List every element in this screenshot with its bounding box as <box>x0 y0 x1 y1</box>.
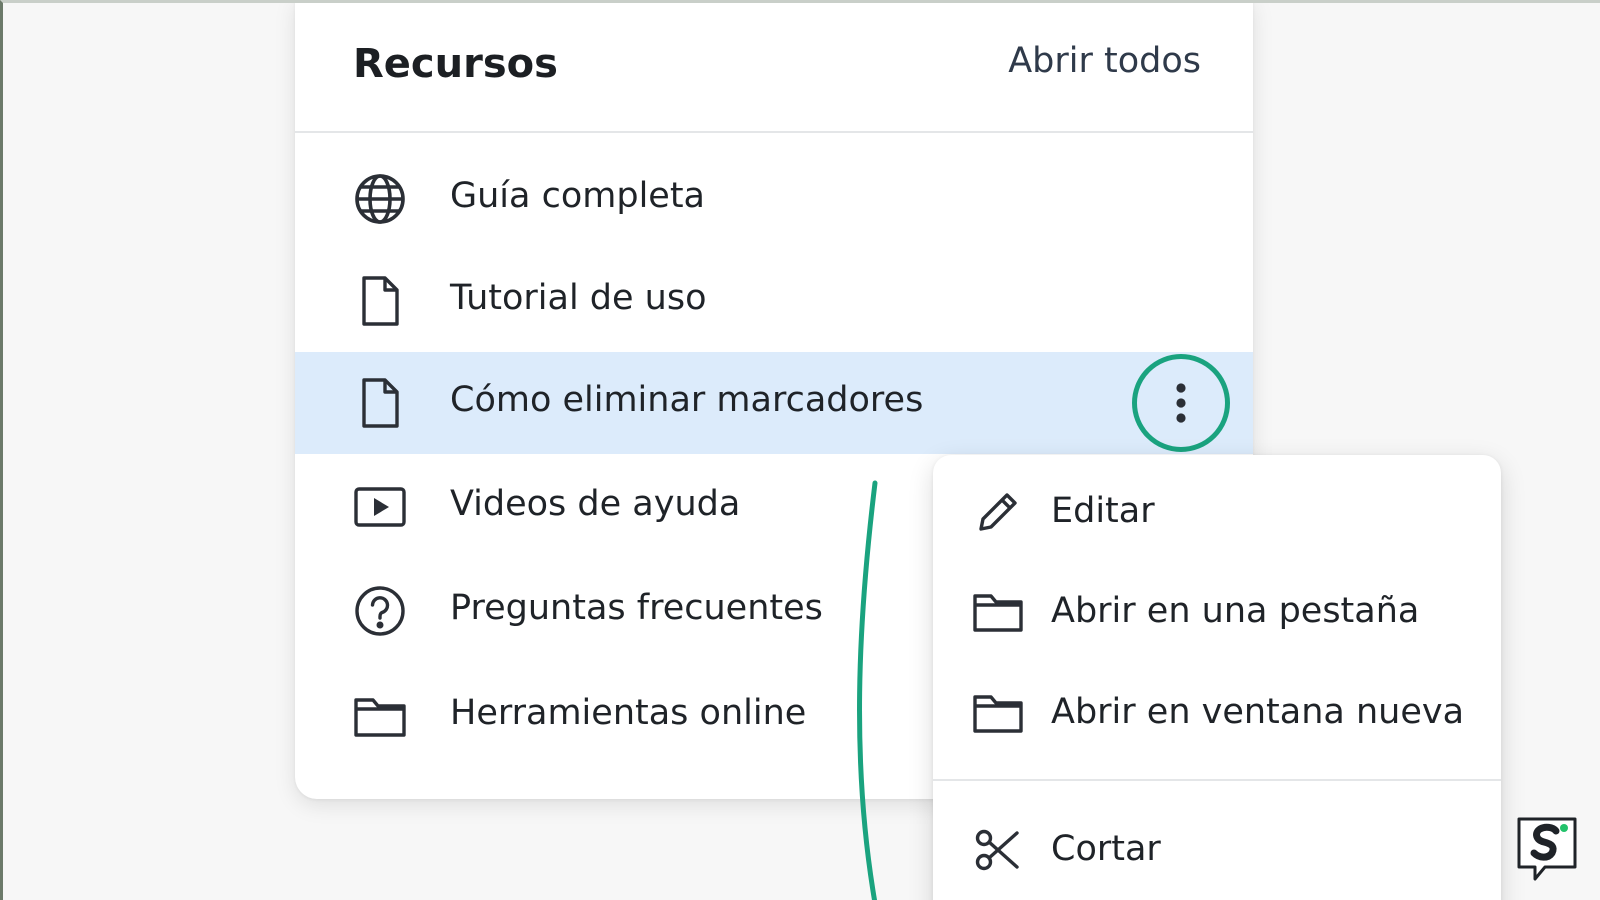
menu-item-abrir-en-ventana-nueva[interactable]: Abrir en ventana nueva <box>933 664 1501 760</box>
resource-item-label: Preguntas frecuentes <box>450 588 823 628</box>
pencil-icon <box>973 487 1023 537</box>
menu-item-abrir-en-pestana[interactable]: Abrir en una pestaña <box>933 563 1501 659</box>
folder-icon <box>353 689 407 743</box>
menu-item-editar[interactable]: Editar <box>933 463 1501 559</box>
question-circle-icon <box>353 584 407 638</box>
resource-item-guia-completa[interactable]: Guía completa <box>295 148 1253 250</box>
menu-divider <box>933 779 1501 781</box>
resource-item-como-eliminar-marcadores[interactable]: Cómo eliminar marcadores <box>295 352 1253 454</box>
open-all-link[interactable]: Abrir todos <box>1008 41 1201 81</box>
resource-item-label: Tutorial de uso <box>450 278 707 318</box>
panel-title: Recursos <box>353 41 558 87</box>
folder-icon <box>973 688 1023 738</box>
resource-item-label: Cómo eliminar marcadores <box>450 380 924 420</box>
menu-item-cortar[interactable]: Cortar <box>933 801 1501 897</box>
menu-item-label: Abrir en ventana nueva <box>1051 692 1465 732</box>
menu-item-label: Cortar <box>1051 829 1161 869</box>
resource-item-tutorial-de-uso[interactable]: Tutorial de uso <box>295 250 1253 352</box>
app-logo-icon <box>1517 817 1577 881</box>
document-icon <box>353 274 407 328</box>
menu-item-label: Editar <box>1051 491 1155 531</box>
folder-icon <box>973 587 1023 637</box>
menu-item-label: Abrir en una pestaña <box>1051 591 1420 631</box>
document-icon <box>353 376 407 430</box>
context-menu: Editar Abrir en una pestaña Abrir en ven… <box>933 455 1501 900</box>
resource-item-label: Herramientas online <box>450 693 807 733</box>
video-play-icon <box>353 480 407 534</box>
more-options-button[interactable] <box>1132 354 1230 452</box>
globe-icon <box>353 172 407 226</box>
scissors-icon <box>973 825 1023 875</box>
panel-header: Recursos Abrir todos <box>295 3 1253 133</box>
screen: Recursos Abrir todos Guía completa Tutor… <box>0 0 1600 900</box>
resource-item-label: Guía completa <box>450 176 705 216</box>
resource-item-label: Videos de ayuda <box>450 484 741 524</box>
kebab-menu-icon <box>1176 383 1186 423</box>
